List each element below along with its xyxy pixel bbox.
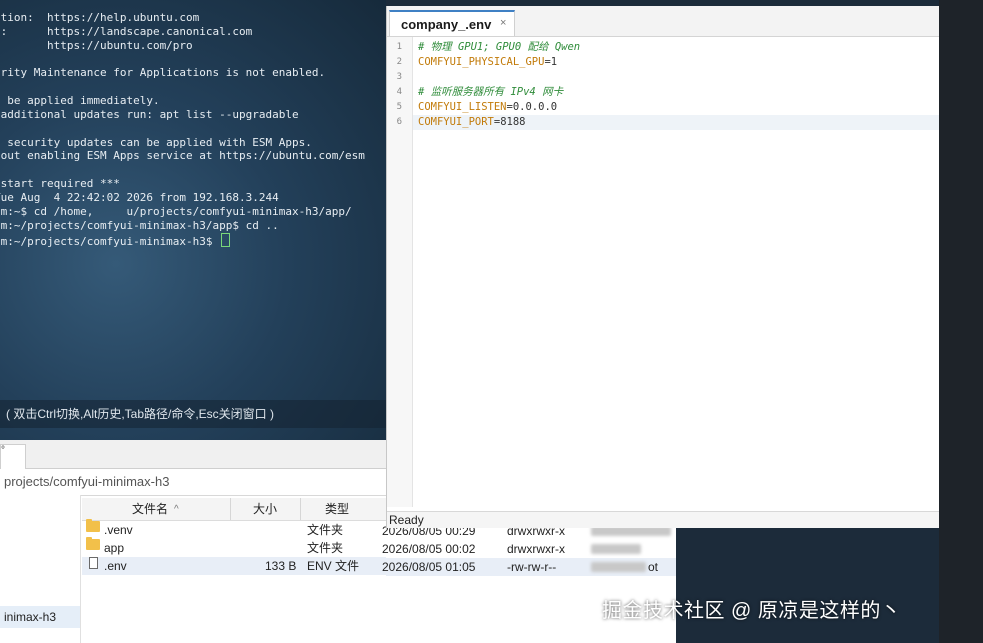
file-row-ext-selected[interactable]: 2026/08/05 01:05 -rw-rw-r-- ot — [382, 558, 676, 576]
editor-tab-title: company_.env — [401, 17, 492, 32]
env-value: 0.0.0.0 — [512, 101, 558, 113]
terminal-line: additional updates run: apt list --upgra… — [0, 107, 299, 121]
file-permissions: drwxrwxr-x — [507, 542, 565, 556]
file-icon — [89, 557, 98, 569]
column-header-name[interactable]: 文件名 — [132, 498, 168, 520]
file-list: 文件名 ^ 大小 类型 .venv 文件夹 app 文件夹 .env 133 B… — [82, 498, 386, 575]
column-divider[interactable] — [300, 498, 301, 520]
line-number: 4 — [396, 87, 402, 97]
file-name: app — [104, 541, 125, 555]
terminal-line: vm:~/projects/comfyui-minimax-h3/app$ cd… — [0, 218, 279, 232]
directory-tree: inimax-h3 — [0, 495, 81, 643]
file-list-extended-columns: 2026/08/05 00:29 drwxrwxr-x 2026/08/05 0… — [382, 524, 676, 643]
terminal-prompt: vm:~/projects/comfyui-minimax-h3$ — [0, 234, 220, 248]
terminal-line: n be applied immediately. — [0, 94, 160, 108]
folder-icon — [86, 537, 100, 550]
file-list-header: 文件名 ^ 大小 类型 — [82, 498, 386, 521]
column-divider[interactable] — [230, 498, 231, 520]
terminal-window[interactable]: ation: https://help.ubuntu.com t: https:… — [0, 0, 386, 440]
line-number: 2 — [396, 57, 402, 67]
terminal-line: urity Maintenance for Applications is no… — [0, 66, 326, 80]
file-name: .env — [104, 559, 127, 573]
file-type: 文件夹 — [307, 541, 344, 555]
terminal-line: t: https://landscape.canonical.com — [0, 24, 253, 38]
terminal-hint-bar: ( 双击Ctrl切换,Alt历史,Tab路径/命令,Esc关闭窗口 ) — [0, 400, 386, 428]
tree-item-selected[interactable]: inimax-h3 — [0, 606, 80, 628]
file-owner-redacted — [591, 544, 641, 554]
env-key: COMFYUI_PORT — [418, 116, 494, 128]
line-number: 6 — [396, 117, 402, 127]
env-key: COMFYUI_LISTEN — [418, 101, 507, 113]
file-modified: 2026/08/05 00:02 — [382, 542, 476, 556]
terminal-output: ation: https://help.ubuntu.com t: https:… — [0, 11, 365, 248]
column-header-size[interactable]: 大小 — [253, 498, 277, 520]
desktop-background — [939, 0, 983, 643]
terminal-prompt-line[interactable]: vm:~/projects/comfyui-minimax-h3$ — [0, 232, 365, 248]
watermark: 掘金技术社区 @ 原凉是这样的丶 — [602, 600, 902, 622]
file-manager-tab[interactable]: ° — [0, 444, 26, 469]
file-modified: 2026/08/05 01:05 — [382, 560, 476, 574]
file-name: .venv — [104, 523, 133, 537]
code-line-active: COMFYUI_PORT=8188 — [413, 115, 940, 130]
env-key: COMFYUI_PHYSICAL_GPU — [418, 56, 545, 68]
sort-up-icon: ^ — [174, 504, 179, 515]
terminal-line: bout enabling ESM Apps service at https:… — [0, 149, 365, 163]
terminal-line: ation: https://help.ubuntu.com — [0, 11, 200, 24]
column-header-type[interactable]: 类型 — [325, 498, 349, 520]
terminal-cursor — [221, 232, 231, 247]
line-number-gutter: 1 2 3 4 5 6 — [387, 37, 413, 507]
file-permissions: -rw-rw-r-- — [507, 560, 557, 574]
env-value: 1 — [550, 56, 558, 68]
path-bar[interactable]: projects/comfyui-minimax-h3 — [0, 469, 386, 496]
code-line: COMFYUI_PHYSICAL_GPU=1 — [418, 55, 940, 70]
file-size: 133 B — [265, 559, 297, 573]
code-line-comment: # 物理 GPU1; GPU0 配给 Qwen — [418, 41, 581, 53]
file-type: ENV 文件 — [307, 559, 360, 573]
file-row-ext[interactable]: 2026/08/05 00:02 drwxrwxr-x — [382, 540, 676, 558]
line-number: 3 — [396, 72, 402, 82]
file-owner-suffix: ot — [648, 560, 659, 574]
file-manager-tabbar: ° — [0, 440, 386, 469]
terminal-line: vm:~$ cd /home, u/projects/comfyui-minim… — [0, 204, 352, 218]
file-manager-panel: ° projects/comfyui-minimax-h3 inimax-h3 … — [0, 440, 386, 643]
file-row[interactable]: .venv 文件夹 — [82, 519, 386, 539]
editor-status-bar: Ready — [387, 511, 940, 528]
file-row[interactable]: app 文件夹 — [82, 537, 386, 557]
file-owner-redacted — [591, 562, 646, 572]
env-value: 8188 — [500, 116, 526, 128]
text-editor-window[interactable]: company_.env × 1 2 3 4 5 6 # 物理 GPU1; GP… — [386, 6, 940, 528]
terminal-line: l security updates can be applied with E… — [0, 135, 312, 149]
code-line: COMFYUI_LISTEN=0.0.0.0 — [418, 100, 940, 115]
terminal-line: estart required *** — [0, 177, 120, 191]
folder-icon — [86, 519, 100, 532]
file-row-selected[interactable]: .env 133 B ENV 文件 — [82, 557, 386, 575]
terminal-line: Tue Aug 4 22:42:02 2026 from 192.168.3.2… — [0, 190, 279, 204]
editor-tabbar: company_.env × — [387, 6, 940, 37]
line-number: 5 — [396, 102, 402, 112]
editor-tab[interactable]: company_.env × — [389, 10, 515, 36]
file-type: 文件夹 — [307, 523, 344, 537]
close-icon[interactable]: × — [500, 17, 506, 29]
line-number: 1 — [396, 42, 402, 52]
terminal-line: https://ubuntu.com/pro — [0, 38, 193, 52]
code-line-comment: # 监听服务器所有 IPv4 网卡 — [418, 86, 564, 98]
file-manager-body: inimax-h3 文件名 ^ 大小 类型 .venv 文件夹 app 文件夹 … — [0, 495, 386, 643]
